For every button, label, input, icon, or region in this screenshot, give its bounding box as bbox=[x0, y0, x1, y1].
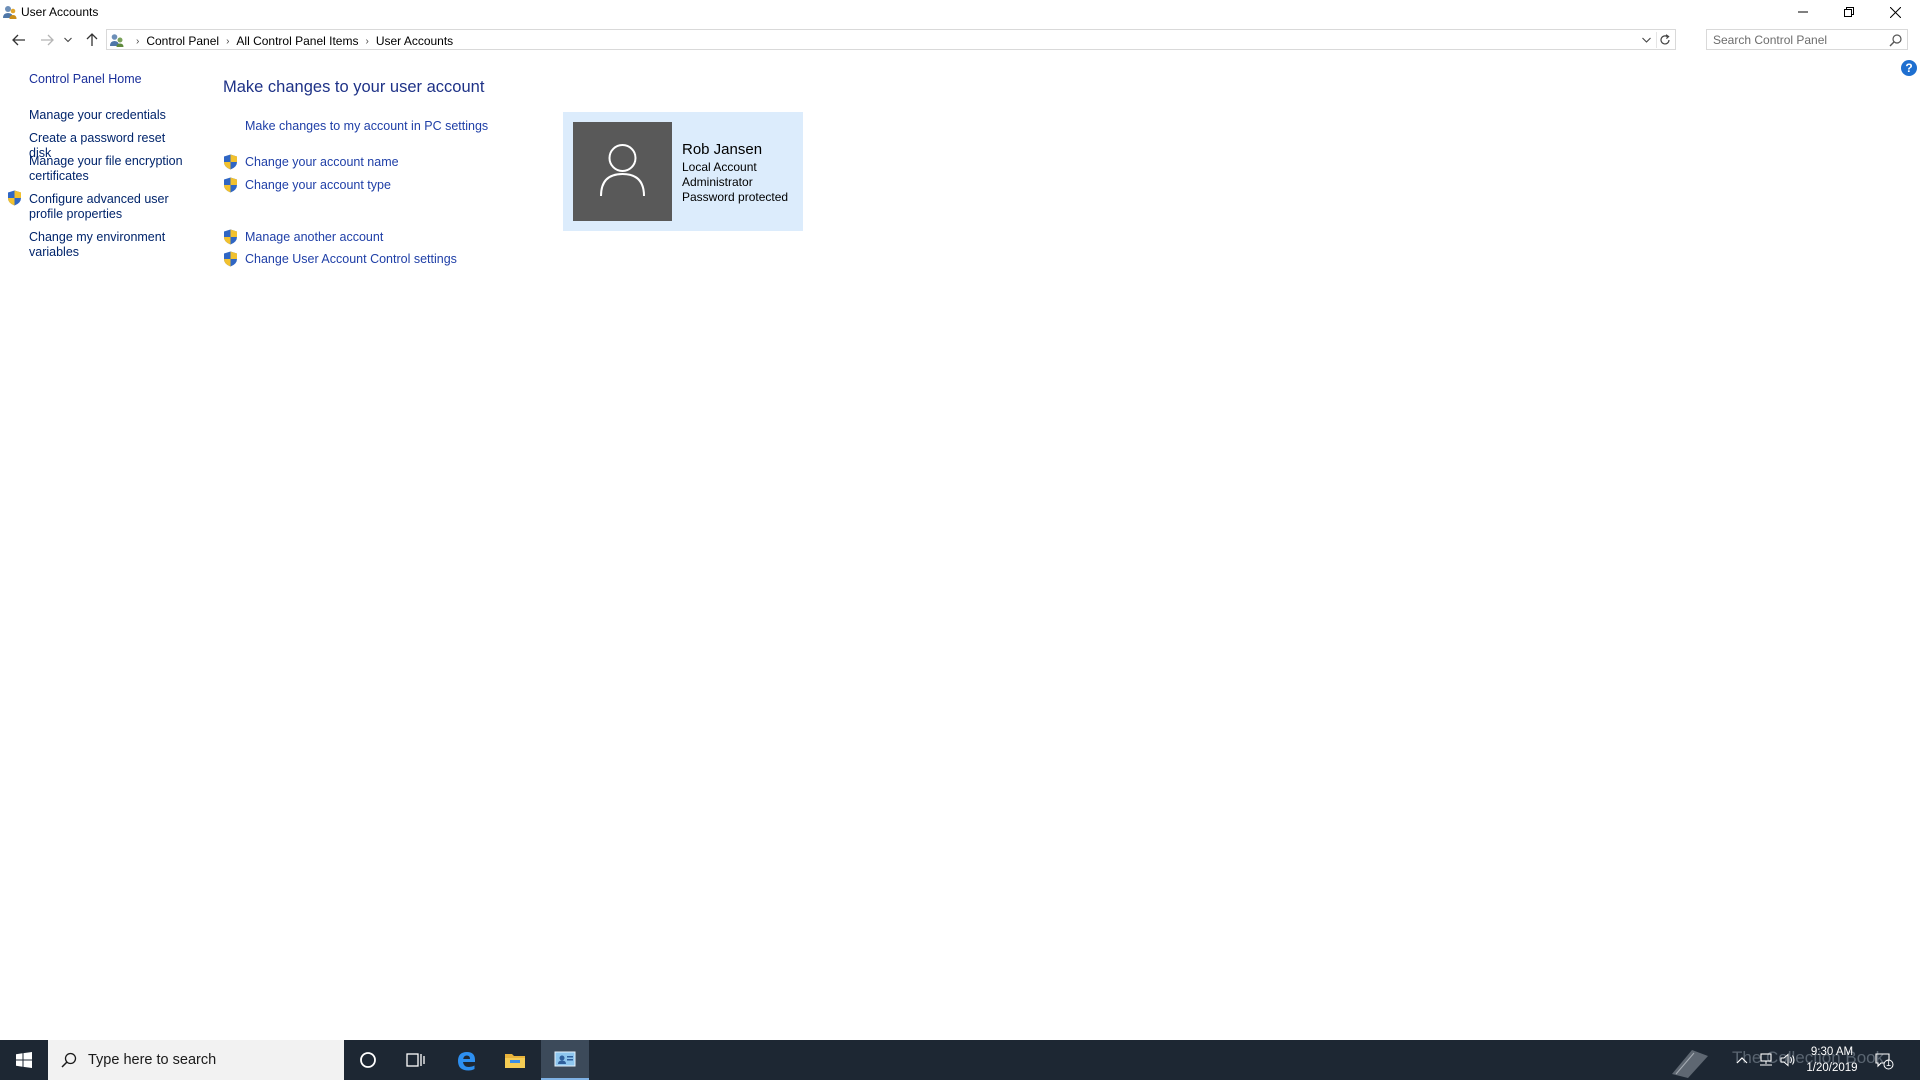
configure-advanced-user-profile-link[interactable]: Configure advanced user profile properti… bbox=[29, 192, 189, 222]
breadcrumb-user-accounts[interactable]: User Accounts bbox=[376, 34, 453, 48]
user-accounts-app-icon bbox=[3, 6, 17, 19]
account-type: Local Account bbox=[682, 160, 757, 174]
breadcrumb-separator-icon[interactable]: › bbox=[365, 36, 368, 47]
account-name: Rob Jansen bbox=[682, 141, 763, 158]
action-center-button[interactable]: 1 bbox=[1874, 1052, 1894, 1070]
cortana-icon bbox=[360, 1052, 376, 1068]
uac-shield-icon bbox=[224, 251, 237, 267]
refresh-icon bbox=[1660, 34, 1670, 45]
search-input[interactable] bbox=[1713, 32, 1883, 47]
uac-shield-icon bbox=[224, 229, 237, 245]
breadcrumb-separator-icon: › bbox=[136, 35, 140, 47]
page-title: Make changes to your user account bbox=[223, 78, 485, 96]
recent-locations-button[interactable] bbox=[63, 31, 73, 49]
close-button[interactable] bbox=[1872, 0, 1918, 24]
forward-button[interactable] bbox=[38, 31, 56, 49]
search-icon[interactable] bbox=[1889, 33, 1903, 47]
uac-shield-icon bbox=[8, 190, 21, 206]
network-button[interactable] bbox=[1758, 1052, 1774, 1068]
change-account-type-link[interactable]: Change your account type bbox=[245, 178, 391, 192]
start-button[interactable] bbox=[0, 1040, 48, 1080]
notification-count: 1 bbox=[1885, 1058, 1891, 1068]
taskbar: Type here to search The Collection Book … bbox=[0, 1040, 1920, 1080]
up-arrow-icon bbox=[86, 33, 98, 46]
minimize-button[interactable] bbox=[1780, 0, 1826, 24]
close-icon bbox=[1889, 6, 1901, 18]
cortana-button[interactable] bbox=[344, 1040, 392, 1080]
system-clock[interactable]: 9:30 AM 1/20/2019 bbox=[1800, 1044, 1864, 1076]
forward-arrow-icon bbox=[41, 34, 54, 46]
refresh-button[interactable] bbox=[1656, 32, 1673, 48]
file-explorer-icon bbox=[505, 1054, 525, 1068]
address-bar[interactable]: › Control Panel › All Control Panel Item… bbox=[106, 29, 1676, 50]
back-arrow-icon bbox=[12, 34, 25, 46]
window-title: User Accounts bbox=[21, 5, 99, 19]
up-button[interactable] bbox=[83, 31, 101, 49]
clock-time: 9:30 AM bbox=[1810, 1046, 1854, 1058]
control-panel-icon bbox=[110, 34, 124, 47]
chevron-up-icon bbox=[1736, 1057, 1748, 1064]
breadcrumb-all-control-panel-items[interactable]: All Control Panel Items bbox=[236, 34, 358, 48]
account-tile: Rob Jansen Local Account Administrator P… bbox=[563, 112, 803, 231]
account-role: Administrator bbox=[682, 175, 753, 189]
control-panel-taskbar-button[interactable] bbox=[541, 1040, 589, 1080]
manage-another-account-link[interactable]: Manage another account bbox=[245, 230, 383, 244]
file-explorer-button[interactable] bbox=[491, 1040, 539, 1080]
change-uac-settings-link[interactable]: Change User Account Control settings bbox=[245, 252, 457, 266]
user-avatar-icon bbox=[600, 144, 645, 197]
chevron-down-icon bbox=[1641, 37, 1651, 43]
restore-button[interactable] bbox=[1826, 0, 1872, 24]
account-status: Password protected bbox=[682, 190, 789, 204]
breadcrumb: › Control Panel › All Control Panel Item… bbox=[129, 33, 453, 49]
edge-browser-icon bbox=[458, 1052, 475, 1071]
task-view-icon bbox=[406, 1053, 425, 1067]
speaker-icon bbox=[1780, 1053, 1795, 1067]
control-panel-home-link[interactable]: Control Panel Home bbox=[29, 72, 189, 87]
minimize-icon bbox=[1798, 11, 1808, 13]
show-hidden-icons-button[interactable] bbox=[1734, 1052, 1750, 1068]
windows-logo-icon bbox=[16, 1052, 32, 1068]
address-history-dropdown[interactable] bbox=[1639, 33, 1653, 47]
taskbar-search-placeholder: Type here to search bbox=[88, 1052, 217, 1068]
edge-browser-button[interactable] bbox=[442, 1040, 490, 1080]
breadcrumb-separator-icon[interactable]: › bbox=[226, 36, 229, 47]
control-panel-icon bbox=[554, 1051, 576, 1067]
breadcrumb-control-panel[interactable]: Control Panel bbox=[146, 34, 219, 48]
manage-file-encryption-certificates-link[interactable]: Manage your file encryption certificates bbox=[29, 154, 189, 184]
chevron-down-icon bbox=[64, 37, 72, 43]
clock-date: 1/20/2019 bbox=[1806, 1062, 1858, 1074]
help-icon[interactable]: ? bbox=[1901, 60, 1917, 76]
search-icon bbox=[61, 1052, 77, 1068]
manage-credentials-link[interactable]: Manage your credentials bbox=[29, 108, 189, 123]
task-view-button[interactable] bbox=[392, 1040, 440, 1080]
network-icon bbox=[1760, 1053, 1772, 1066]
volume-button[interactable] bbox=[1780, 1052, 1796, 1068]
change-account-name-link[interactable]: Change your account name bbox=[245, 155, 399, 169]
pc-settings-link[interactable]: Make changes to my account in PC setting… bbox=[245, 119, 488, 133]
title-bar: User Accounts bbox=[0, 0, 1920, 24]
restore-icon bbox=[1844, 7, 1854, 17]
avatar bbox=[573, 122, 672, 221]
navigation-bar: › Control Panel › All Control Panel Item… bbox=[0, 27, 1920, 53]
search-box[interactable] bbox=[1706, 29, 1908, 50]
taskbar-search-box[interactable]: Type here to search bbox=[48, 1040, 344, 1080]
uac-shield-icon bbox=[224, 177, 237, 193]
uac-shield-icon bbox=[224, 154, 237, 170]
back-button[interactable] bbox=[10, 31, 28, 49]
change-environment-variables-link[interactable]: Change my environment variables bbox=[29, 230, 189, 260]
